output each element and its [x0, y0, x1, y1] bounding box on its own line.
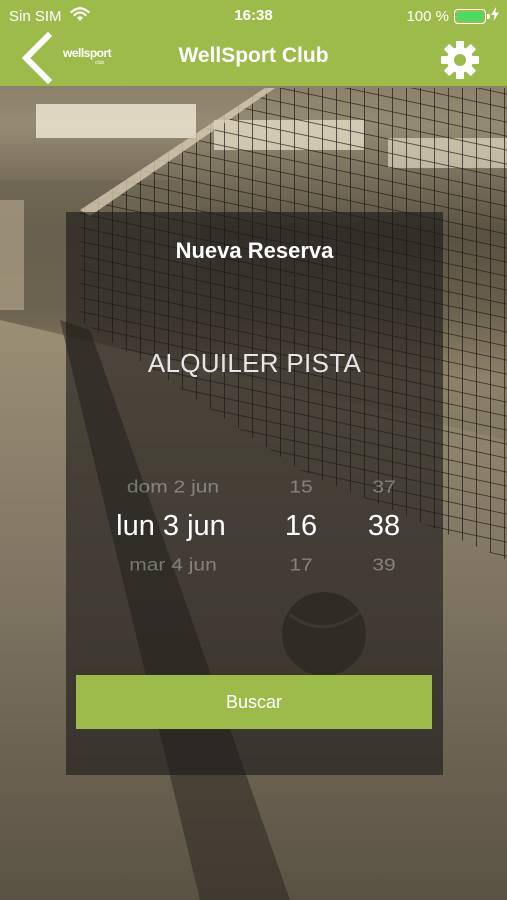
picker-row-next[interactable]: mar 4 jun 17 39: [66, 556, 443, 580]
picker-day-selected[interactable]: lun 3 jun: [106, 510, 236, 543]
picker-minute-selected[interactable]: 38: [359, 510, 409, 543]
settings-button[interactable]: [439, 39, 481, 81]
search-button[interactable]: Buscar: [76, 675, 432, 729]
battery-icon: [454, 8, 490, 24]
picker-hour[interactable]: 15: [276, 478, 326, 498]
gear-icon: [441, 41, 479, 79]
status-right: 100 %: [406, 7, 499, 25]
picker-day[interactable]: dom 2 jun: [108, 478, 238, 498]
booking-panel: Nueva Reserva ALQUILER PISTA dom 2 jun 1…: [66, 212, 443, 775]
charging-icon: [491, 7, 499, 25]
booking-title: Nueva Reserva: [175, 238, 334, 263]
page-title: WellSport Club: [178, 44, 329, 67]
battery-percent: 100 %: [406, 7, 449, 25]
picker-hour[interactable]: 17: [276, 556, 326, 576]
picker-row-previous[interactable]: dom 2 jun 15 37: [66, 478, 443, 511]
service-name: ALQUILER PISTA: [147, 348, 362, 378]
picker-day[interactable]: mar 4 jun: [108, 556, 238, 576]
picker-minute[interactable]: 37: [359, 478, 409, 498]
date-time-picker[interactable]: dom 2 jun 15 37 lun 3 jun 16 38 mar 4 ju…: [66, 468, 443, 580]
picker-hour-selected[interactable]: 16: [276, 510, 326, 543]
picker-minute[interactable]: 39: [359, 556, 409, 576]
picker-row-selected[interactable]: lun 3 jun 16 38: [66, 510, 443, 550]
status-bar: Sin SIM 16:38 100 %: [0, 0, 507, 32]
nav-bar: wellsport club WellSport Club: [0, 31, 507, 86]
